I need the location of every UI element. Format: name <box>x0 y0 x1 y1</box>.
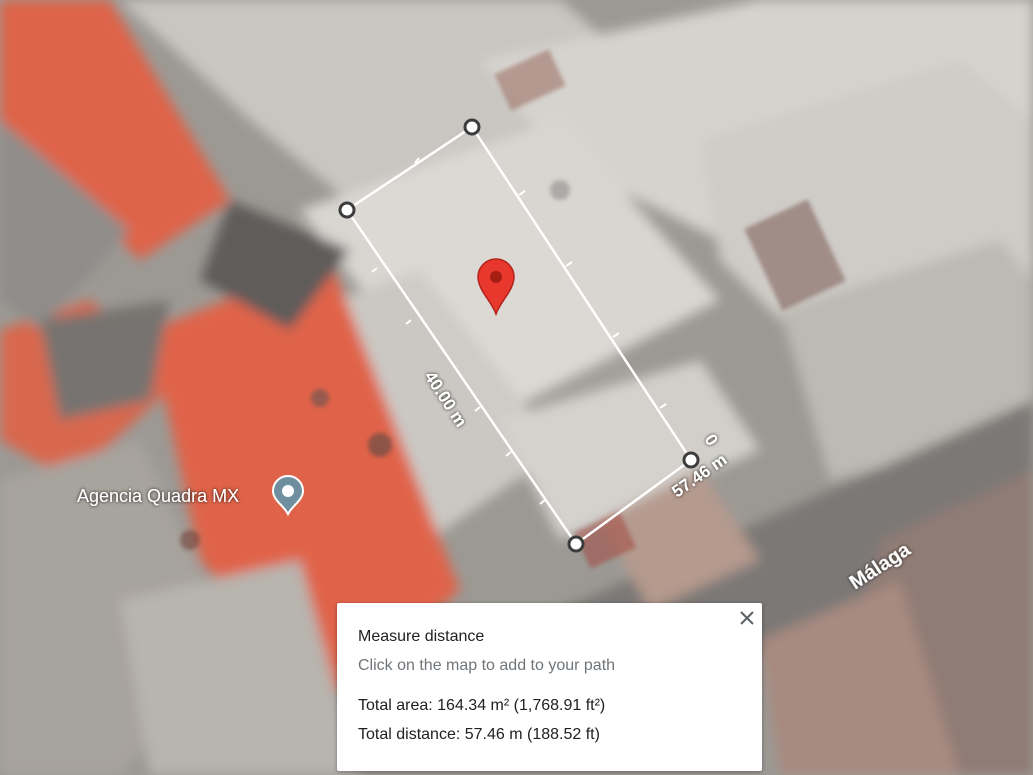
close-icon <box>740 611 754 625</box>
measure-distance-panel: Measure distance Click on the map to add… <box>337 603 762 771</box>
total-distance: Total distance: 57.46 m (188.52 ft) <box>358 726 600 743</box>
panel-hint: Click on the map to add to your path <box>358 657 616 674</box>
total-area: Total area: 164.34 m² (1,768.91 ft²) <box>358 697 606 714</box>
place-label[interactable]: Agencia Quadra MX <box>77 486 239 506</box>
close-button[interactable] <box>736 607 758 629</box>
panel-title: Measure distance <box>358 628 485 645</box>
